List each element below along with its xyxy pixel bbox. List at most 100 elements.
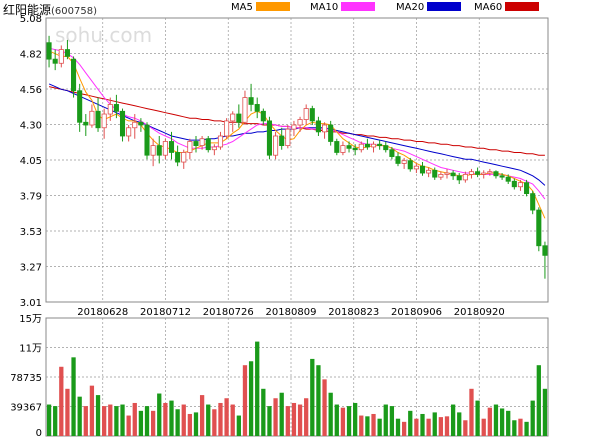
volume-bar: [95, 395, 101, 436]
candle-body: [64, 49, 70, 57]
candle-body: [517, 182, 523, 188]
volume-bar: [59, 366, 64, 436]
candle-body: [193, 141, 199, 146]
candle-body: [168, 141, 175, 153]
volume-bar: [438, 417, 444, 436]
candle-body: [481, 172, 487, 175]
volume-bar: [236, 415, 241, 436]
candle-body: [444, 172, 450, 175]
volume-bar: [365, 416, 370, 436]
candle-body: [126, 127, 132, 137]
candle-body: [395, 156, 401, 164]
volume-bar: [218, 402, 223, 436]
candle-body: [230, 113, 236, 122]
volume-bar: [304, 398, 309, 436]
volume-bar: [193, 412, 199, 436]
candle-body: [413, 165, 419, 170]
price-y-tick: 3.79: [20, 192, 42, 203]
candle-body: [309, 108, 315, 122]
volume-bar: [530, 400, 535, 436]
volume-bar: [499, 408, 505, 436]
candle-body: [370, 143, 377, 148]
candle-body: [156, 145, 162, 156]
volume-bar: [199, 395, 205, 436]
candle-body: [358, 143, 364, 151]
candle-body: [132, 121, 138, 129]
candle-body: [71, 58, 77, 92]
candle-body: [266, 120, 272, 156]
volume-bar: [181, 404, 186, 436]
price-y-tick: 3.27: [20, 263, 42, 274]
volume-bar: [310, 358, 315, 436]
candle-body: [511, 180, 517, 188]
volume-bar: [175, 409, 180, 436]
volume-bar: [120, 404, 125, 436]
candle-body: [340, 145, 346, 153]
volume-bar: [138, 410, 144, 436]
volume-bar: [126, 415, 131, 436]
candle-body: [401, 160, 407, 164]
price-grid: [45, 17, 549, 436]
volume-bar: [65, 388, 70, 436]
volume-bar: [46, 404, 52, 436]
volume-bar: [542, 388, 548, 436]
volume-bar: [322, 379, 327, 436]
price-y-tick: 4.56: [20, 85, 42, 96]
volume-bar: [475, 400, 480, 436]
candle-body: [187, 141, 193, 153]
candle-body: [346, 145, 352, 149]
candle-body: [542, 245, 548, 256]
candle-body: [364, 143, 370, 148]
volume-bar: [414, 418, 419, 436]
volume-bar: [450, 404, 456, 436]
candle-body: [468, 171, 475, 175]
candle-body: [493, 171, 499, 177]
price-y-tick: 4.30: [20, 121, 42, 132]
volume-bar: [102, 406, 107, 436]
candle-body: [162, 141, 168, 156]
volume-bar: [487, 407, 492, 436]
candle-body: [83, 121, 89, 126]
candle-body: [279, 135, 285, 146]
volume-bar: [481, 418, 486, 436]
volume-bar: [114, 406, 119, 436]
candle-body: [352, 147, 358, 151]
candle-body: [450, 172, 456, 177]
volume-bar: [71, 357, 76, 436]
date-tick: 20180712: [140, 307, 191, 318]
volume-y-tick: 39367: [10, 403, 42, 414]
candle-body: [322, 124, 328, 133]
volume-y-tick: 0: [36, 428, 42, 439]
candle-body: [150, 145, 156, 156]
volume-bar: [242, 365, 248, 436]
candle-body: [58, 49, 64, 64]
candle-body: [426, 169, 432, 174]
volume-bar: [371, 413, 376, 436]
volume-bar: [524, 421, 529, 436]
price-y-tick: 4.05: [20, 156, 42, 167]
candle-body: [530, 193, 536, 211]
candle-body: [254, 104, 260, 112]
volume-bar: [273, 398, 278, 436]
volume-bar: [457, 412, 462, 436]
volume-bar: [353, 402, 358, 436]
candle-body: [248, 97, 254, 105]
volume-bar: [420, 413, 425, 436]
volume-bar: [316, 365, 321, 436]
volume-bar: [389, 406, 395, 436]
candle-body: [260, 110, 266, 122]
price-y-tick: 3.01: [20, 298, 42, 309]
volume-bar: [169, 400, 174, 436]
volume-bar: [212, 409, 217, 436]
candle-body: [456, 175, 462, 181]
volume-bar: [157, 393, 162, 436]
volume-bar: [267, 406, 272, 436]
date-x-axis: 20180628 20180712 20180726 20180809 20180823…: [77, 307, 504, 318]
volume-bar: [426, 418, 431, 436]
candle-body: [199, 138, 205, 146]
volume-bar: [255, 341, 260, 436]
candle-body: [236, 113, 242, 123]
price-y-axis: 5.08 4.82 4.56 4.30 4.05 3.79 3.53 3.27 3.01: [20, 14, 42, 309]
candle-body: [377, 143, 383, 146]
volume-bar: [83, 406, 88, 436]
